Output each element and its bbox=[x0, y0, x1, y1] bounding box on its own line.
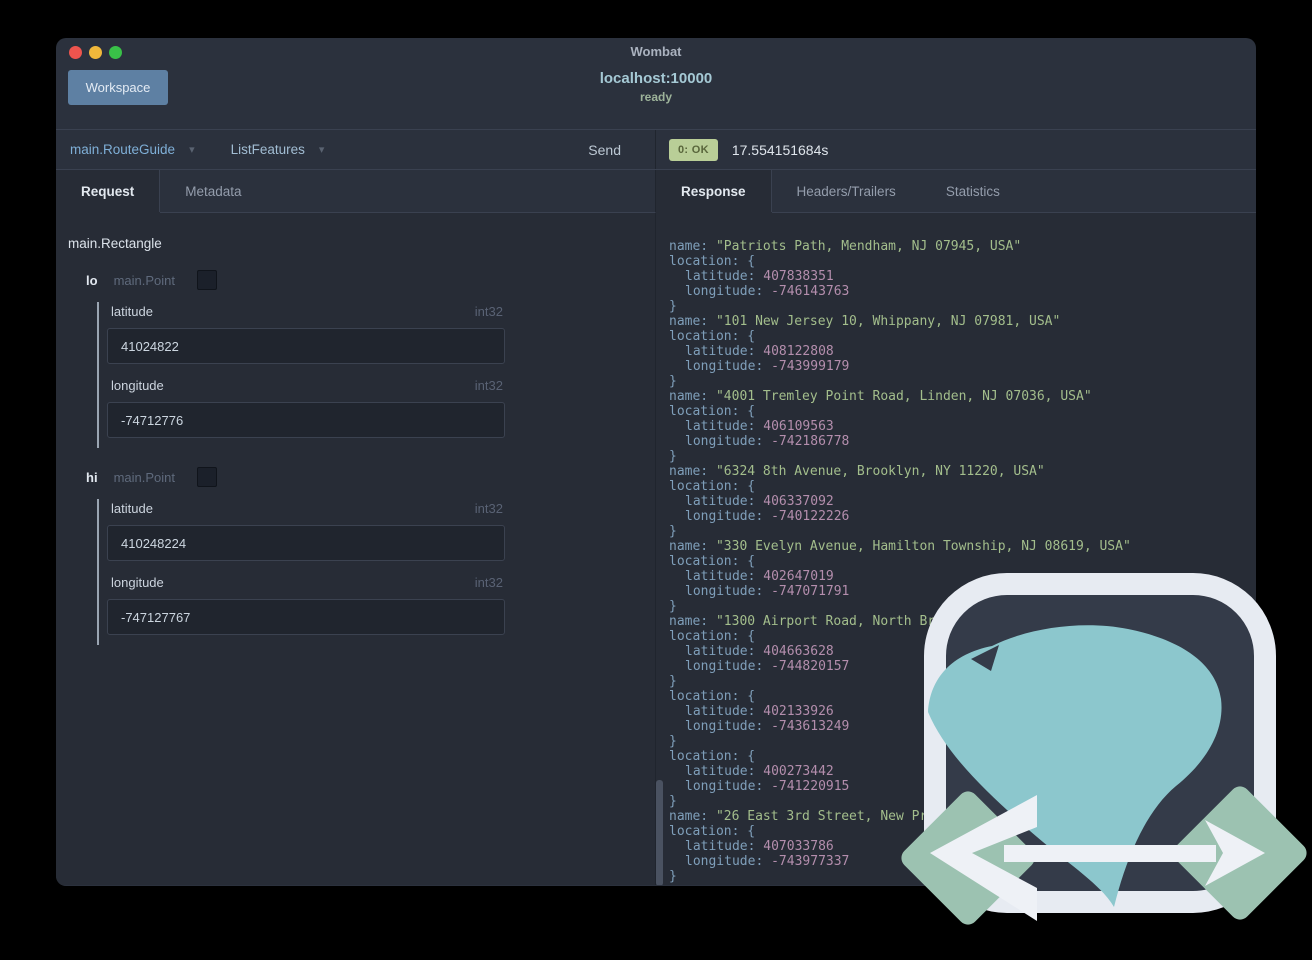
field-hi-latitude: latitude int32 bbox=[107, 501, 655, 561]
request-panel: main.Rectangle lo main.Point latitude in… bbox=[56, 213, 655, 885]
lo-longitude-input[interactable] bbox=[107, 402, 505, 438]
field-group-hi: hi main.Point latitude int32 longi bbox=[68, 466, 655, 645]
field-type-label: int32 bbox=[474, 501, 503, 516]
response-line: name: "330 Evelyn Avenue, Hamilton Towns… bbox=[669, 539, 1131, 554]
grpc-status-badge: 0: OK bbox=[669, 138, 718, 161]
hi-longitude-input[interactable] bbox=[107, 599, 505, 635]
field-lo-latitude: latitude int32 bbox=[107, 304, 655, 364]
message-type-label: main.Rectangle bbox=[68, 236, 162, 251]
send-button[interactable]: Send bbox=[588, 142, 621, 158]
toolbar: main.RouteGuide ▾ ListFeatures ▾ Send 0:… bbox=[56, 130, 1256, 170]
chevron-down-icon[interactable]: ▾ bbox=[189, 143, 195, 156]
group-header: lo main.Point bbox=[86, 269, 655, 291]
response-line: location: { bbox=[669, 254, 756, 269]
toolbar-response-side: 0: OK 17.554151684s bbox=[655, 130, 1256, 169]
request-tabbar: Request Metadata bbox=[56, 170, 655, 213]
response-line: location: { bbox=[669, 329, 756, 344]
wombat-logo bbox=[901, 573, 1307, 925]
hi-enabled-checkbox[interactable] bbox=[196, 467, 217, 487]
zoom-button-icon[interactable] bbox=[109, 46, 122, 59]
field-name-label: latitude bbox=[111, 304, 153, 319]
group-body: latitude int32 longitude int32 bbox=[97, 499, 655, 645]
field-name-label: longitude bbox=[111, 378, 164, 393]
response-line: } bbox=[669, 524, 677, 539]
service-select[interactable]: main.RouteGuide bbox=[70, 142, 175, 157]
tab-headers-trailers[interactable]: Headers/Trailers bbox=[772, 170, 921, 212]
response-line: name: "Patriots Path, Mendham, NJ 07945,… bbox=[669, 239, 1022, 254]
response-line: location: { bbox=[669, 479, 756, 494]
hi-latitude-input[interactable] bbox=[107, 525, 505, 561]
response-line: longitude: -743999179 bbox=[685, 359, 850, 374]
field-group-lo: lo main.Point latitude int32 longi bbox=[68, 269, 655, 448]
field-type-label: int32 bbox=[474, 575, 503, 590]
response-line: latitude: 408122808 bbox=[685, 344, 834, 359]
tab-bars: Request Metadata Response Headers/Traile… bbox=[56, 170, 1256, 213]
response-line: longitude: -740122226 bbox=[685, 509, 850, 524]
response-line: } bbox=[669, 299, 677, 314]
server-block: localhost:10000 ready bbox=[56, 70, 1256, 104]
toolbar-request-side: main.RouteGuide ▾ ListFeatures ▾ Send bbox=[56, 130, 655, 169]
tab-statistics[interactable]: Statistics bbox=[921, 170, 1025, 212]
traffic-lights bbox=[69, 46, 122, 59]
field-type-label: int32 bbox=[474, 378, 503, 393]
group-header: hi main.Point bbox=[86, 466, 655, 488]
group-body: latitude int32 longitude int32 bbox=[97, 302, 655, 448]
lo-enabled-checkbox[interactable] bbox=[196, 270, 217, 290]
response-line: latitude: 406337092 bbox=[685, 494, 834, 509]
field-lo-longitude: longitude int32 bbox=[107, 378, 655, 438]
response-line: location: { bbox=[669, 404, 756, 419]
field-hi-longitude: longitude int32 bbox=[107, 575, 655, 635]
connection-status: ready bbox=[639, 90, 673, 104]
server-address: localhost:10000 bbox=[599, 70, 713, 87]
response-tabbar: Response Headers/Trailers Statistics bbox=[655, 170, 1256, 213]
group-type-label: main.Point bbox=[113, 469, 175, 485]
field-name-label: latitude bbox=[111, 501, 153, 516]
response-line: name: "101 New Jersey 10, Whippany, NJ 0… bbox=[669, 314, 1061, 329]
group-name-label: hi bbox=[86, 469, 98, 485]
response-line: name: "6324 8th Avenue, Brooklyn, NY 112… bbox=[669, 464, 1045, 479]
response-line: } bbox=[669, 374, 677, 389]
tab-metadata[interactable]: Metadata bbox=[160, 170, 266, 212]
tab-request[interactable]: Request bbox=[56, 170, 161, 212]
chevron-down-icon[interactable]: ▾ bbox=[319, 143, 325, 156]
close-button-icon[interactable] bbox=[69, 46, 82, 59]
call-duration: 17.554151684s bbox=[731, 141, 829, 158]
group-type-label: main.Point bbox=[113, 272, 175, 288]
response-line: latitude: 406109563 bbox=[685, 419, 834, 434]
minimize-button-icon[interactable] bbox=[89, 46, 102, 59]
response-line: longitude: -746143763 bbox=[685, 284, 850, 299]
lo-latitude-input[interactable] bbox=[107, 328, 505, 364]
tab-response[interactable]: Response bbox=[656, 170, 772, 212]
header-bar: Workspace localhost:10000 ready bbox=[56, 66, 1256, 130]
method-select[interactable]: ListFeatures bbox=[231, 142, 305, 157]
response-line: longitude: -742186778 bbox=[685, 434, 850, 449]
response-line: latitude: 407838351 bbox=[685, 269, 834, 284]
titlebar: Wombat bbox=[56, 38, 1256, 66]
field-type-label: int32 bbox=[474, 304, 503, 319]
group-name-label: lo bbox=[86, 272, 98, 288]
response-scrollbar[interactable] bbox=[656, 780, 663, 885]
response-line: } bbox=[669, 449, 677, 464]
window-title: Wombat bbox=[630, 44, 682, 59]
field-name-label: longitude bbox=[111, 575, 164, 590]
response-line: name: "4001 Tremley Point Road, Linden, … bbox=[669, 389, 1092, 404]
